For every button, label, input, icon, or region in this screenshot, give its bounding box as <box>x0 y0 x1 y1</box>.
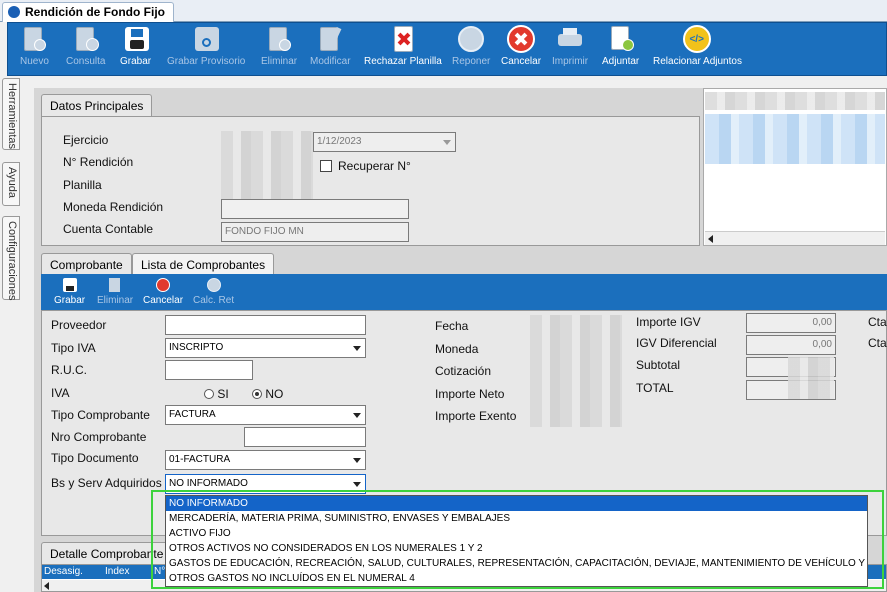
save-draft-button[interactable]: Grabar Provisorio <box>167 25 245 67</box>
save-draft-icon <box>192 25 220 53</box>
new-button[interactable]: Nuevo <box>20 25 49 67</box>
bs-serv-label: Bs y Serv Adquiridos <box>51 476 162 490</box>
attach-button[interactable]: Adjuntar <box>602 25 639 67</box>
redacted-values <box>788 357 834 399</box>
recuperar-checkbox[interactable] <box>320 160 332 172</box>
cta-label-1: Cta <box>868 315 887 329</box>
recuperar-label: Recuperar N° <box>338 159 411 173</box>
fecha-label: Fecha <box>435 319 469 333</box>
delete-document-icon <box>265 25 293 53</box>
reject-sheet-button[interactable]: Rechazar Planilla <box>364 25 442 67</box>
importe-exento-label: Importe Exento <box>435 409 517 423</box>
moneda-label: Moneda <box>435 342 479 356</box>
print-button[interactable]: Imprimir <box>552 25 588 67</box>
total-label: TOTAL <box>636 381 674 395</box>
cuenta-contable-field[interactable]: FONDO FIJO MN <box>221 222 409 242</box>
ejercicio-label: Ejercicio <box>63 133 109 147</box>
side-tab-configuraciones[interactable]: Configuraciones <box>2 216 20 301</box>
query-button[interactable]: Consulta <box>66 25 105 67</box>
printer-icon <box>556 25 584 53</box>
save-icon <box>122 25 150 53</box>
window-tab[interactable]: Rendición de Fondo Fijo <box>2 2 174 22</box>
delete-icon <box>107 277 123 293</box>
tipo-iva-select[interactable]: INSCRIPTO <box>165 338 366 358</box>
main-toolbar: Nuevo Consulta Grabar Grabar Provisorio … <box>7 22 887 76</box>
tipo-iva-label: Tipo IVA <box>51 341 96 355</box>
radio-si[interactable] <box>204 389 214 399</box>
cancel-icon <box>155 277 171 293</box>
iva-label: IVA <box>51 386 70 400</box>
calculate-icon <box>206 277 222 293</box>
reject-sheet-icon <box>389 25 417 53</box>
comprobante-toolbar: Grabar Eliminar Cancelar Calc. Ret <box>41 274 887 310</box>
rendicion-label: N° Rendición <box>63 155 134 169</box>
save-button[interactable]: Grabar <box>120 25 151 67</box>
redacted-values <box>530 315 622 427</box>
modify-button[interactable]: Modificar <box>310 25 351 67</box>
sub-save-button[interactable]: Grabar <box>54 277 85 306</box>
subtotal-label: Subtotal <box>636 358 681 372</box>
importe-igv-label: Importe IGV <box>636 315 701 329</box>
replenish-icon <box>457 25 485 53</box>
cancel-icon <box>507 25 536 53</box>
horizontal-scrollbar[interactable] <box>705 231 885 245</box>
tipo-comprobante-label: Tipo Comprobante <box>51 408 150 422</box>
redacted-header <box>705 92 885 110</box>
window-tab-title: Rendición de Fondo Fijo <box>25 5 165 19</box>
moneda-rendicion-field[interactable] <box>221 199 409 219</box>
tipo-documento-label: Tipo Documento <box>51 451 139 465</box>
proveedor-input[interactable] <box>165 315 366 335</box>
proveedor-label: Proveedor <box>51 318 107 332</box>
importe-neto-label: Importe Neto <box>435 387 505 401</box>
tipo-comprobante-select[interactable]: FACTURA <box>165 405 366 425</box>
col-desasig[interactable]: Desasig. <box>44 566 83 577</box>
link-attachments-button[interactable]: </> Relacionar Adjuntos <box>653 25 742 67</box>
sub-cancel-button[interactable]: Cancelar <box>143 277 183 306</box>
tab-datos-principales[interactable]: Datos Principales <box>41 94 153 116</box>
link-attachments-icon: </> <box>683 25 712 53</box>
cancel-button[interactable]: Cancelar <box>501 25 541 67</box>
date-select[interactable]: 1/12/2023 <box>313 132 456 152</box>
planilla-label: Planilla <box>63 178 102 192</box>
chevron-down-icon <box>353 458 361 463</box>
right-info-panel <box>703 88 887 246</box>
sub-delete-button[interactable]: Eliminar <box>97 277 133 306</box>
calc-ret-button[interactable]: Calc. Ret <box>193 277 234 306</box>
highlight-box <box>151 490 884 589</box>
nro-comprobante-label: Nro Comprobante <box>51 430 147 444</box>
importe-igv-field[interactable]: 0,00 <box>746 313 836 333</box>
app-icon <box>8 6 20 18</box>
iva-si-option[interactable]: SI <box>204 387 229 401</box>
iva-no-option[interactable]: NO <box>252 387 283 401</box>
delete-button[interactable]: Eliminar <box>261 25 297 67</box>
side-tab-herramientas[interactable]: Herramientas <box>2 78 20 150</box>
tab-comprobante[interactable]: Comprobante <box>41 253 132 275</box>
ruc-input[interactable] <box>165 360 253 380</box>
radio-no[interactable] <box>252 389 262 399</box>
chevron-down-icon <box>353 413 361 418</box>
cta-label-2: Cta <box>868 336 887 350</box>
col-index[interactable]: Index <box>105 566 129 577</box>
replenish-button[interactable]: Reponer <box>452 25 490 67</box>
attach-icon <box>607 25 635 53</box>
redacted-list <box>705 114 885 164</box>
ruc-label: R.U.C. <box>51 363 87 377</box>
chevron-down-icon <box>353 482 361 487</box>
cotizacion-label: Cotización <box>435 364 492 378</box>
igv-diferencial-field[interactable]: 0,00 <box>746 335 836 355</box>
igv-diferencial-label: IGV Diferencial <box>636 336 717 350</box>
cuenta-contable-label: Cuenta Contable <box>63 222 154 236</box>
side-tab-ayuda[interactable]: Ayuda <box>2 162 20 206</box>
query-document-icon <box>72 25 100 53</box>
chevron-down-icon <box>353 346 361 351</box>
edit-document-icon <box>316 25 344 53</box>
nro-comprobante-input[interactable] <box>244 427 366 447</box>
save-icon <box>62 277 78 293</box>
moneda-rendicion-label: Moneda Rendición <box>63 200 164 214</box>
chevron-down-icon <box>443 140 451 145</box>
tab-lista-comprobantes[interactable]: Lista de Comprobantes <box>132 253 275 275</box>
tipo-documento-select[interactable]: 01-FACTURA <box>165 450 366 470</box>
new-document-icon <box>20 25 48 53</box>
